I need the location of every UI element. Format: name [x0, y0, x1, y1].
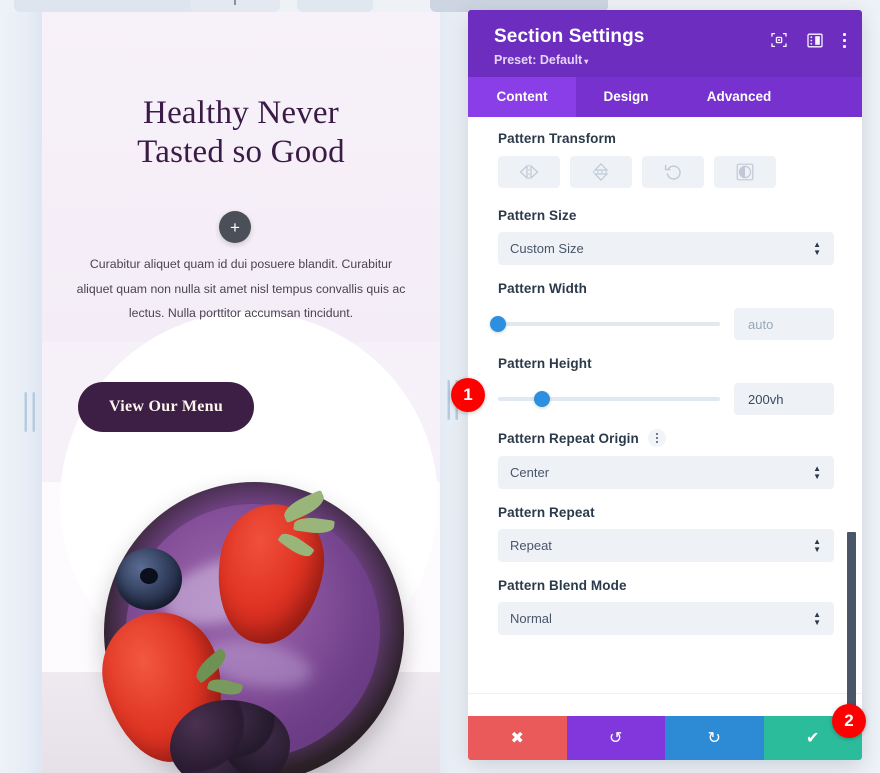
pattern-repeat-label: Pattern Repeat [498, 505, 595, 520]
field-pattern-size: Pattern Size Custom Size ▲ ▼ [498, 208, 834, 265]
field-pattern-width: Pattern Width auto [490, 281, 834, 340]
panel-header: Section Settings Preset: Default ▾ [468, 10, 862, 77]
pattern-height-row: 200vh [498, 383, 834, 415]
chevron-updown-icon: ▲ ▼ [813, 239, 821, 257]
view-our-menu-label: View Our Menu [108, 398, 224, 415]
pattern-repeat-origin-label: Pattern Repeat Origin [498, 429, 834, 447]
page-title-line-1: Healthy Never [143, 95, 339, 131]
page-title: Healthy Never Tasted so Good [62, 94, 420, 172]
invert-icon[interactable] [714, 156, 776, 188]
pattern-height-slider[interactable] [498, 390, 720, 408]
rotate-icon[interactable] [642, 156, 704, 188]
add-module-button[interactable]: + [219, 211, 251, 243]
undo-button[interactable]: ↺ [566, 716, 665, 760]
tab-design[interactable]: Design [576, 77, 676, 117]
pattern-transform-buttons [498, 156, 834, 188]
chevron-updown-icon: ▲ ▼ [813, 536, 821, 554]
pattern-height-label: Pattern Height [498, 356, 592, 371]
flip-vertical-icon[interactable] [570, 156, 632, 188]
pattern-blend-mode-select[interactable]: Normal ▲ ▼ [498, 602, 834, 635]
pattern-width-thumb[interactable] [490, 316, 506, 332]
pattern-height-value: 200vh [748, 391, 784, 407]
pattern-repeat-select[interactable]: Repeat ▲ ▼ [498, 529, 834, 562]
page-title-line-2: Tasted so Good [137, 133, 345, 170]
tab-advanced[interactable]: Advanced [676, 77, 802, 117]
plus-icon: + [230, 217, 240, 237]
field-pattern-repeat: Pattern Repeat Repeat ▲ ▼ [498, 505, 834, 562]
website-preview: Healthy Never Tasted so Good + Curabitur… [0, 12, 468, 773]
check-icon: ✔ [806, 730, 820, 747]
focus-target-icon[interactable] [771, 32, 787, 48]
panel-scrollbar[interactable] [847, 532, 856, 716]
chevron-updown-icon: ▲ ▼ [813, 463, 821, 481]
layout-panel-icon[interactable] [807, 33, 823, 48]
redo-button[interactable]: ↻ [665, 716, 764, 760]
cancel-button[interactable]: ✖ [468, 716, 567, 760]
pattern-repeat-origin-select[interactable]: Center ▲ ▼ [498, 456, 834, 489]
toolbar-caret-icon [234, 0, 236, 5]
pattern-size-value: Custom Size [510, 241, 584, 256]
panel-tabs: Content Design Advanced [468, 77, 862, 117]
close-icon: ✖ [510, 730, 524, 747]
preview-left-gutter [0, 12, 42, 773]
tab-content[interactable]: Content [468, 77, 576, 117]
panel-body-divider [468, 693, 862, 694]
chevron-down-icon: ▾ [584, 57, 589, 66]
panel-footer: ✖ ↺ ↻ ✔ [468, 716, 862, 760]
toolbar-pill-3[interactable] [297, 0, 373, 12]
pattern-repeat-origin-options-icon[interactable] [647, 429, 666, 447]
pattern-repeat-origin-value: Center [510, 465, 550, 480]
view-our-menu-button[interactable]: View Our Menu [78, 382, 254, 432]
pattern-transform-label: Pattern Transform [498, 131, 616, 146]
pattern-repeat-origin-label-text: Pattern Repeat Origin [498, 430, 639, 446]
pattern-height-input[interactable]: 200vh [734, 383, 834, 415]
field-pattern-height: Pattern Height 200vh [498, 356, 834, 415]
pattern-blend-mode-label: Pattern Blend Mode [498, 578, 627, 593]
resize-handle-left[interactable] [24, 392, 35, 432]
pattern-height-thumb[interactable] [534, 391, 551, 407]
redo-icon: ↻ [707, 730, 721, 747]
pattern-blend-mode-value: Normal [510, 611, 552, 626]
chevron-updown-icon: ▲ ▼ [813, 609, 821, 627]
pattern-width-input[interactable]: auto [734, 308, 834, 340]
more-options-icon[interactable] [843, 32, 846, 48]
pattern-width-slider[interactable] [490, 315, 720, 333]
pattern-repeat-value: Repeat [510, 538, 552, 553]
annotation-badge-1: 1 [451, 378, 485, 412]
hero-body-text: Curabitur aliquet quam id dui posuere bl… [76, 257, 406, 321]
annotation-badge-2: 2 [832, 704, 866, 738]
pattern-size-label: Pattern Size [498, 208, 577, 223]
panel-body: Pattern Transform Pattern Size Custom Si… [468, 117, 862, 716]
pattern-width-label: Pattern Width [498, 281, 587, 296]
pattern-width-track [498, 322, 720, 326]
pattern-size-select[interactable]: Custom Size ▲ ▼ [498, 232, 834, 265]
flip-horizontal-icon[interactable] [498, 156, 560, 188]
undo-icon: ↺ [609, 730, 623, 747]
section-settings-panel: Section Settings Preset: Default ▾ Conte… [468, 10, 862, 760]
pattern-height-track [498, 397, 720, 401]
preset-label: Preset: Default [494, 53, 583, 67]
blueberry [116, 548, 182, 610]
smoothie-bowl-photo [42, 442, 440, 773]
field-pattern-repeat-origin: Pattern Repeat Origin Center ▲ ▼ [498, 429, 834, 489]
pattern-width-value: auto [748, 316, 774, 332]
preset-selector[interactable]: Preset: Default ▾ [494, 53, 842, 67]
field-pattern-blend-mode: Pattern Blend Mode Normal ▲ ▼ [498, 578, 834, 635]
screen: Healthy Never Tasted so Good + Curabitur… [0, 0, 880, 773]
panel-header-icons [771, 32, 846, 48]
pattern-width-row: auto [490, 308, 834, 340]
field-pattern-transform: Pattern Transform [498, 131, 834, 188]
site-canvas: Healthy Never Tasted so Good + Curabitur… [42, 12, 440, 773]
